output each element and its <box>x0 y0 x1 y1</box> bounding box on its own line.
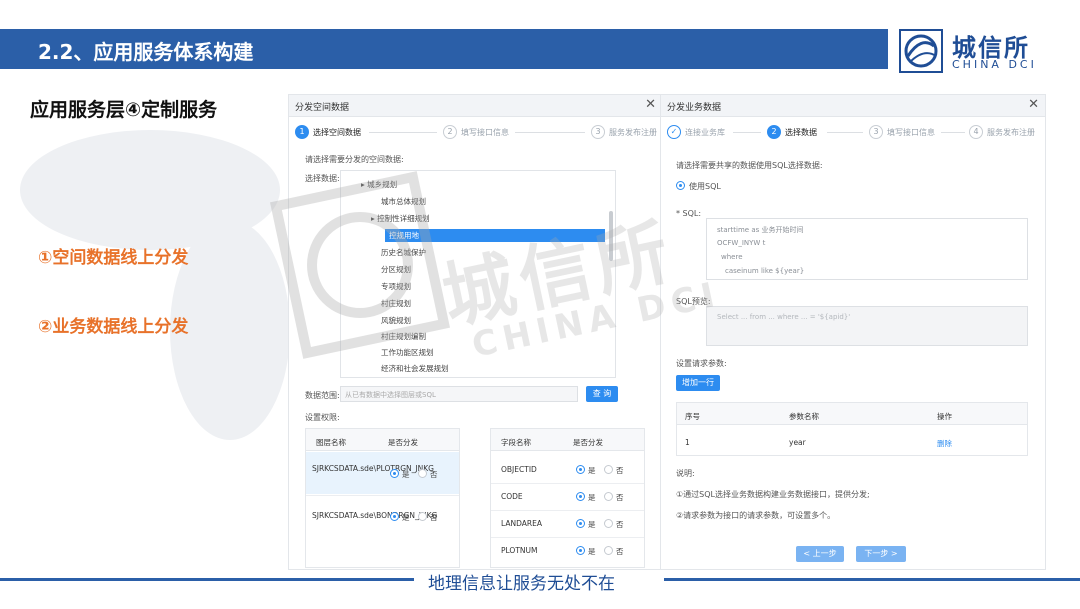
tree-node[interactable]: 风貌规划 <box>381 315 411 326</box>
tree-node[interactable]: 历史名城保护 <box>381 247 426 258</box>
step-publish[interactable]: 4 服务发布注册 <box>969 123 1035 141</box>
param-header-action: 操作 <box>937 412 952 421</box>
radio-yes[interactable] <box>390 469 399 478</box>
table-row: year <box>789 438 806 447</box>
close-icon[interactable]: ✕ <box>645 97 656 112</box>
business-dialog-title: 分发业务数据 <box>667 103 722 113</box>
business-steps: ✓ 连接业务库 2 选择数据 3 填写接口信息 4 服务发布注册 <box>661 123 1045 143</box>
table-row[interactable]: PLOTNUM <box>501 546 538 555</box>
footer-divider-left <box>0 578 414 581</box>
radio-yes[interactable] <box>576 546 585 555</box>
radio-yes[interactable] <box>576 465 585 474</box>
bullet-spatial: ①空间数据线上分发 <box>38 248 189 268</box>
tree-node[interactable]: 村庄规划 <box>381 298 411 309</box>
delete-link[interactable]: 删除 <box>937 438 952 449</box>
sql-editor[interactable]: starttime as 业务开始时间 OCFW_INYW t where ca… <box>706 218 1028 280</box>
spatial-steps: 1 选择空间数据 2 填写接口信息 3 服务发布注册 <box>289 123 662 143</box>
sql-preview-box: Select ... from ... where ... = '${apid}… <box>706 306 1028 346</box>
note-1: ①通过SQL选择业务数据构建业务数据接口，提供分发; <box>676 490 870 499</box>
table-row[interactable]: OBJECTID <box>501 465 537 474</box>
tree-node[interactable]: 分区规划 <box>381 264 411 275</box>
select-data-label: 选择数据: <box>305 174 340 183</box>
add-row-button[interactable]: 增加一行 <box>676 375 720 391</box>
radio-no[interactable] <box>418 469 427 478</box>
prev-button[interactable]: < 上一步 <box>796 546 844 562</box>
radio-no[interactable] <box>604 519 613 528</box>
radio-yes[interactable] <box>576 519 585 528</box>
param-header-name: 参数名称 <box>789 412 819 421</box>
tree-node[interactable]: 工作功能区规划 <box>381 347 434 358</box>
step-fill-interface[interactable]: 2 填写接口信息 <box>443 123 509 141</box>
use-sql-label: 使用SQL <box>689 182 721 191</box>
step-fill-interface[interactable]: 3 填写接口信息 <box>869 123 935 141</box>
footer-slogan: 地理信息让服务无处不在 <box>428 574 615 594</box>
radio-no[interactable] <box>418 512 427 521</box>
footer-divider-right <box>664 578 1080 581</box>
step-select-spatial[interactable]: 1 选择空间数据 <box>295 123 361 141</box>
close-icon[interactable]: ✕ <box>1028 97 1039 112</box>
table-row[interactable]: CODE <box>501 492 523 501</box>
step-publish[interactable]: 3 服务发布注册 <box>591 123 657 141</box>
tree-node[interactable]: 村庄规划编制 <box>381 331 426 342</box>
tree-node[interactable]: ▸ 城乡规划 <box>361 179 397 190</box>
radio-yes[interactable] <box>390 512 399 521</box>
step-select-data[interactable]: 2 选择数据 <box>767 123 817 141</box>
next-button[interactable]: 下一步 > <box>856 546 906 562</box>
settings-label: 设置权限: <box>305 413 340 422</box>
radio-no[interactable] <box>604 465 613 474</box>
business-hint: 请选择需要共享的数据使用SQL选择数据: <box>676 161 823 170</box>
range-label: 数据范围: <box>305 391 340 400</box>
sql-label: * SQL: <box>676 209 702 218</box>
slide: 2.2、应用服务体系构建 城信所 CHINA DCI 应用服务层④定制服务 ①空… <box>0 0 1080 609</box>
param-table: 序号 参数名称 操作 1 year 删除 <box>676 402 1028 456</box>
radio-yes[interactable] <box>576 492 585 501</box>
business-dialog-header: 分发业务数据 ✕ <box>661 95 1045 117</box>
param-header-index: 序号 <box>685 412 700 421</box>
tree-node[interactable]: 专项规划 <box>381 281 411 292</box>
tree-node[interactable]: 城市总体规划 <box>381 196 426 207</box>
section-title: 应用服务层④定制服务 <box>30 99 218 121</box>
bullet-business: ②业务数据线上分发 <box>38 317 189 337</box>
radio-no[interactable] <box>604 546 613 555</box>
spatial-dialog-header: 分发空间数据 ✕ <box>289 95 662 117</box>
layer-table: 图层名称 是否分发 SJRKCSDATA.sde\PLOTRGN_JNKG SJ… <box>305 428 460 568</box>
logo-name-en: CHINA DCI <box>952 58 1037 71</box>
note-2: ②请求参数为接口的请求参数，可设置多个。 <box>676 511 836 520</box>
header-title: 2.2、应用服务体系构建 <box>38 40 254 64</box>
step-connect-db[interactable]: ✓ 连接业务库 <box>667 123 725 141</box>
spatial-hint: 请选择需要分发的空间数据: <box>305 155 404 164</box>
spatial-dialog-title: 分发空间数据 <box>295 103 350 113</box>
table-row[interactable]: LANDAREA <box>501 519 542 528</box>
notes-label: 说明: <box>676 469 695 478</box>
field-table-header-dist: 是否分发 <box>573 438 603 447</box>
table-row[interactable]: SJRKCSDATA.sde\PLOTRGN_JNKG <box>312 464 434 473</box>
range-input[interactable]: 从已有数据中选择图层或SQL <box>340 386 578 402</box>
query-button[interactable]: 查 询 <box>586 386 618 402</box>
tree-node[interactable]: ▸ 控制性详细规划 <box>371 213 430 224</box>
params-label: 设置请求参数: <box>676 359 727 368</box>
field-table-header-name: 字段名称 <box>501 438 531 447</box>
use-sql-radio[interactable] <box>676 181 685 190</box>
table-row: 1 <box>685 438 690 447</box>
layer-table-header-dist: 是否分发 <box>388 438 418 447</box>
tree-node[interactable]: 经济和社会发展规划 <box>381 363 449 374</box>
layer-table-header-name: 图层名称 <box>316 438 346 447</box>
radio-no[interactable] <box>604 492 613 501</box>
